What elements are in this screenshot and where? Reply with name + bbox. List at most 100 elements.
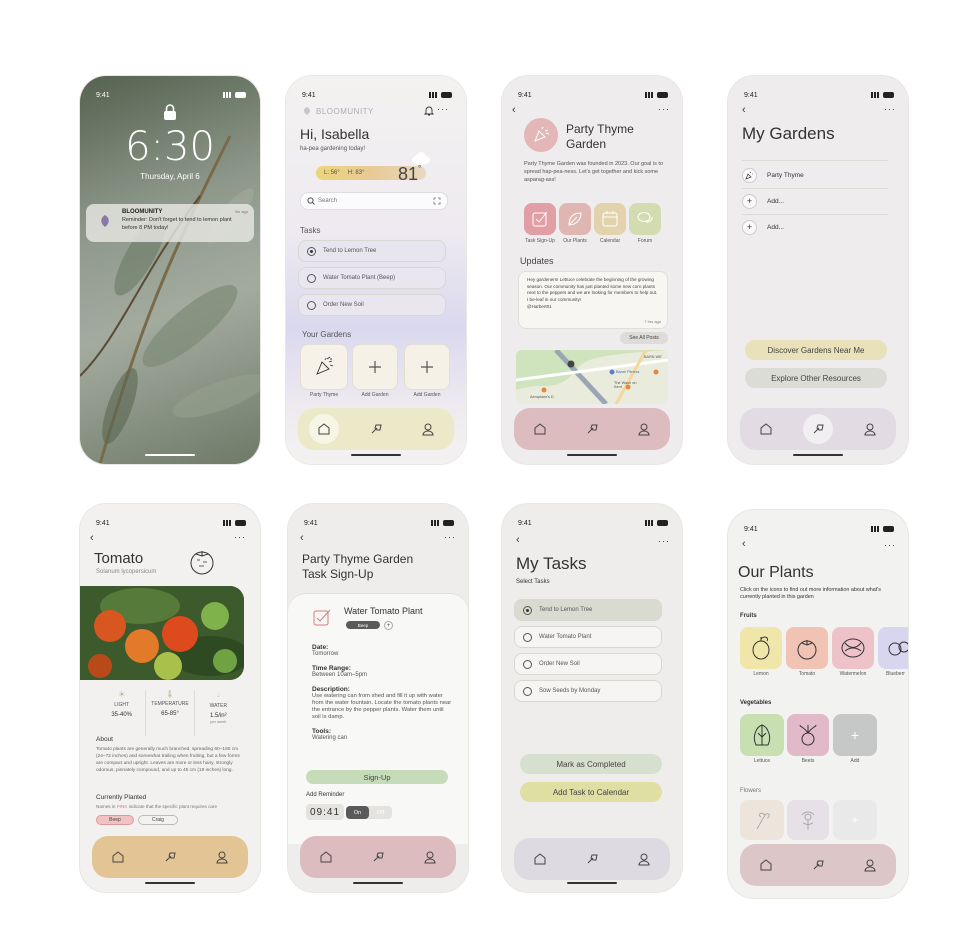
nav-garden-button[interactable] bbox=[361, 414, 391, 444]
add-plant-button[interactable]: + bbox=[833, 714, 877, 756]
radio-icon[interactable] bbox=[307, 300, 316, 310]
more-icon[interactable]: ··· bbox=[444, 532, 456, 542]
plant-tile-tomato[interactable] bbox=[786, 627, 828, 669]
task-item[interactable]: Order New Soil bbox=[514, 653, 662, 675]
mark-completed-button[interactable]: Mark as Completed bbox=[520, 754, 662, 774]
more-icon[interactable]: ··· bbox=[658, 536, 670, 546]
garden-list-item[interactable]: Party Thyme bbox=[742, 164, 888, 186]
task-signup-button[interactable] bbox=[524, 203, 556, 235]
plant-tile-blueberry[interactable] bbox=[878, 627, 908, 669]
garden-tile-party-thyme[interactable] bbox=[300, 344, 348, 390]
fruits-title: Fruits bbox=[740, 613, 757, 619]
nav-profile-button[interactable] bbox=[629, 844, 659, 874]
task-item[interactable]: Tend to Lemon Tree bbox=[298, 240, 446, 262]
radio-icon[interactable] bbox=[523, 632, 532, 642]
update-post-card[interactable]: Hey gardeners! Lettuce celebrate the beg… bbox=[518, 271, 668, 329]
watermelon-icon bbox=[841, 638, 865, 658]
nav-profile-button[interactable] bbox=[629, 414, 659, 444]
weather-low: L: 56° bbox=[324, 170, 340, 176]
nav-profile-button[interactable] bbox=[415, 842, 445, 872]
radio-icon[interactable] bbox=[523, 686, 532, 696]
vegetables-title: Vegetables bbox=[740, 700, 772, 706]
signup-button[interactable]: Sign-Up bbox=[306, 770, 448, 784]
nav-home-button[interactable] bbox=[525, 844, 555, 874]
calendar-button[interactable] bbox=[594, 203, 626, 235]
more-icon[interactable]: ··· bbox=[884, 104, 896, 114]
nav-garden-button[interactable] bbox=[577, 414, 607, 444]
more-icon[interactable]: ··· bbox=[884, 540, 896, 550]
plant-label: Add bbox=[850, 758, 860, 764]
trowel-icon bbox=[371, 424, 382, 434]
add-garden-item[interactable]: + Add... bbox=[742, 216, 888, 238]
search-input[interactable]: Search bbox=[300, 192, 448, 210]
back-icon[interactable]: ‹ bbox=[742, 538, 746, 550]
bottom-nav bbox=[740, 844, 896, 886]
back-icon[interactable]: ‹ bbox=[742, 104, 746, 116]
plant-tile-lemon[interactable] bbox=[740, 627, 782, 669]
reminder-time-input[interactable]: 09:41 bbox=[306, 804, 344, 820]
radio-checked-icon[interactable] bbox=[523, 605, 532, 615]
toggle-on[interactable]: On bbox=[346, 806, 369, 819]
nav-garden-button[interactable] bbox=[803, 850, 833, 880]
planter-tag[interactable]: Beep bbox=[96, 815, 134, 825]
nav-garden-button[interactable] bbox=[577, 844, 607, 874]
nav-home-button[interactable] bbox=[525, 414, 555, 444]
plant-tile-watermelon[interactable] bbox=[832, 627, 874, 669]
nav-garden-button[interactable] bbox=[803, 414, 833, 444]
toggle-off[interactable]: Off bbox=[369, 806, 392, 819]
nav-profile-button[interactable] bbox=[855, 414, 885, 444]
more-icon[interactable]: ··· bbox=[234, 532, 246, 542]
nav-home-button[interactable] bbox=[103, 842, 133, 872]
see-all-posts-button[interactable]: See All Posts bbox=[620, 332, 668, 344]
stat-temperature: 🌡︎ TEMPERATURE 65-85° bbox=[146, 690, 195, 736]
nav-profile-button[interactable] bbox=[855, 850, 885, 880]
plant-tile-beets[interactable] bbox=[787, 714, 829, 756]
add-plant-button[interactable]: + bbox=[833, 800, 877, 840]
action-label: Task Sign-Up bbox=[525, 238, 555, 244]
add-garden-tile[interactable] bbox=[404, 344, 450, 390]
map-view[interactable]: Barrel Fitness The Wash on Kent BARN WE … bbox=[516, 350, 668, 404]
tomato-icon bbox=[190, 551, 214, 575]
plant-tile-flower[interactable] bbox=[787, 800, 829, 840]
add-to-calendar-button[interactable]: Add Task to Calendar bbox=[520, 782, 662, 802]
back-icon[interactable]: ‹ bbox=[90, 532, 94, 544]
add-garden-tile[interactable] bbox=[352, 344, 398, 390]
add-garden-item[interactable]: + Add... bbox=[742, 190, 888, 212]
task-item[interactable]: Sow Seeds by Monday bbox=[514, 680, 662, 702]
plus-icon: + bbox=[850, 727, 860, 743]
my-tasks-phone: 9:41 ‹ ··· My Tasks Select Tasks Tend to… bbox=[502, 504, 682, 892]
more-icon[interactable]: ··· bbox=[658, 104, 670, 114]
scan-icon[interactable] bbox=[433, 197, 441, 205]
notification-card[interactable]: BLOOMUNITY 3m ago Reminder: Don't forget… bbox=[86, 204, 254, 242]
explore-resources-button[interactable]: Explore Other Resources bbox=[745, 368, 887, 388]
plant-tile-lettuce[interactable] bbox=[740, 714, 784, 756]
nav-home-button[interactable] bbox=[751, 850, 781, 880]
task-item[interactable]: Water Tomato Plant bbox=[514, 626, 662, 648]
nav-garden-button[interactable] bbox=[363, 842, 393, 872]
more-icon[interactable]: ··· bbox=[437, 104, 449, 114]
reminder-toggle[interactable]: On Off bbox=[346, 806, 392, 819]
nav-garden-button[interactable] bbox=[155, 842, 185, 872]
radio-icon[interactable] bbox=[307, 273, 316, 283]
nav-home-button[interactable] bbox=[309, 414, 339, 444]
nav-profile-button[interactable] bbox=[413, 414, 443, 444]
back-icon[interactable]: ‹ bbox=[516, 534, 520, 546]
divider bbox=[742, 214, 888, 215]
nav-profile-button[interactable] bbox=[207, 842, 237, 872]
radio-checked-icon[interactable] bbox=[307, 246, 316, 256]
plant-tile-flower[interactable] bbox=[740, 800, 784, 840]
nav-home-button[interactable] bbox=[751, 414, 781, 444]
add-tag-icon[interactable]: + bbox=[384, 621, 393, 630]
our-plants-button[interactable] bbox=[559, 203, 591, 235]
forum-button[interactable] bbox=[629, 203, 661, 235]
planter-tag[interactable]: Craig bbox=[138, 815, 178, 825]
task-item[interactable]: Tend to Lemon Tree bbox=[514, 599, 662, 621]
task-item[interactable]: Water Tomato Plant (Beep) bbox=[298, 267, 446, 289]
bell-icon[interactable] bbox=[424, 105, 434, 116]
radio-icon[interactable] bbox=[523, 659, 532, 669]
back-icon[interactable]: ‹ bbox=[300, 532, 304, 544]
back-icon[interactable]: ‹ bbox=[512, 104, 516, 116]
nav-home-button[interactable] bbox=[311, 842, 341, 872]
discover-gardens-button[interactable]: Discover Gardens Near Me bbox=[745, 340, 887, 360]
task-item[interactable]: Order New Soil bbox=[298, 294, 446, 316]
